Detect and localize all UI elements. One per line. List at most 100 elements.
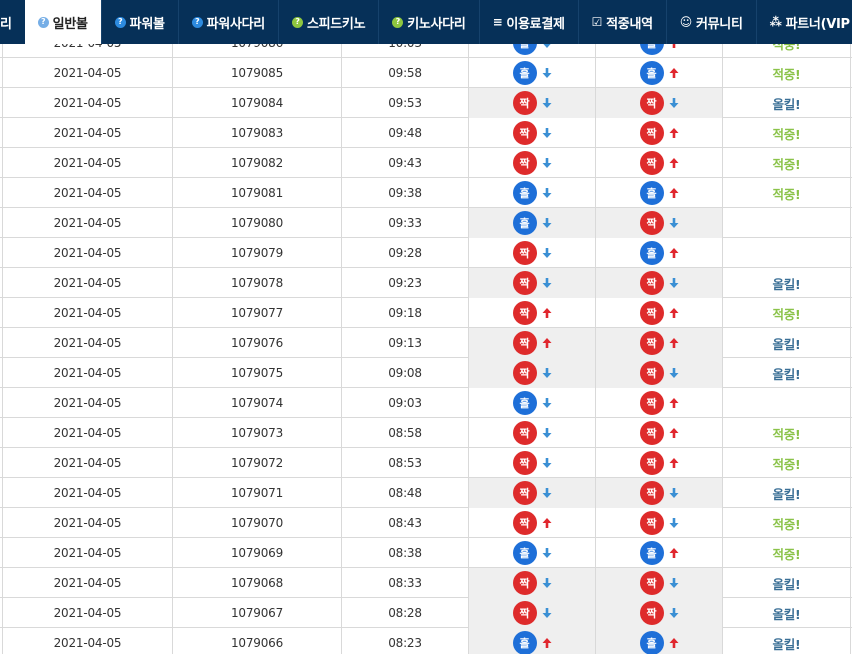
nav-item-4[interactable]: ? 스피드키노 [277,0,378,44]
arrow-down-icon [542,398,551,408]
nav-item-0[interactable]: 리 [0,0,25,44]
hit-status: 올킬! [723,478,851,508]
even-ball: 짝 [512,121,537,145]
round-cell: 1079086 [173,44,342,58]
date-cell: 2021-04-05 [2,268,173,298]
prediction-history-table: 2021-04-05107908610:03홀홀적중!2021-04-05107… [0,44,852,654]
nav-item-2[interactable]: ? 파워볼 [100,0,178,44]
result-cell: 홀 [596,538,723,568]
round-cell: 1079083 [173,118,342,148]
even-ball: 짝 [512,511,537,535]
date-cell: 2021-04-05 [2,358,173,388]
arrow-down-icon [669,368,678,378]
even-ball: 짝 [639,151,664,175]
table-row: 2021-04-05 1079076 09:13 짝 짝 올킬! [0,328,852,358]
date-cell: 2021-04-05 [2,448,173,478]
pick-cell: 짝 [469,88,596,118]
round-cell: 1079084 [173,88,342,118]
pick-cell: 짝 [469,478,596,508]
result-cell: 짝 [596,268,723,298]
time-cell: 08:23 [342,628,469,654]
nav-item-label: 파트너(VIP [785,16,850,32]
pick-cell: 홀 [469,538,596,568]
round-cell: 1079080 [173,208,342,238]
hit-status: 올킬! [723,358,851,388]
time-cell: 09:23 [342,268,469,298]
arrow-down-icon [542,608,551,618]
even-ball: 짝 [512,241,537,265]
round-cell: 1079072 [173,448,342,478]
arrow-down-icon [669,608,678,618]
pick-cell: 짝 [469,508,596,538]
arrow-up-icon [669,398,678,408]
even-ball: 짝 [639,301,664,325]
date-cell: 2021-04-05 [2,58,173,88]
even-ball: 짝 [639,571,664,595]
table-row: 2021-04-05 1079085 09:58 홀 홀 적중! [0,58,852,88]
table-row: 2021-04-05 1079080 09:33 홀 짝 [0,208,852,238]
arrow-up-icon [542,308,551,318]
result-cell: 짝 [596,208,723,238]
pick-cell: 짝 [469,328,596,358]
arrow-up-icon [669,338,678,348]
hit-status: 적중! [723,44,851,58]
result-cell: 짝 [596,568,723,598]
date-cell: 2021-04-05 [2,508,173,538]
arrow-down-icon [542,158,551,168]
table-row: 2021-04-05 1079068 08:33 짝 짝 올킬! [0,568,852,598]
nav-item-3[interactable]: ? 파워사다리 [177,0,278,44]
nav-item-1[interactable]: ? 일반볼 [24,0,101,44]
top-nav: 리? 일반볼? 파워볼? 파워사다리? 스피드키노? 키노사다리 ≡ 이용료결제 ☑ 적중내역 ☺ 커… [0,0,852,44]
time-cell: 08:48 [342,478,469,508]
hit-status [723,208,851,238]
time-cell: 09:03 [342,388,469,418]
even-ball: 짝 [512,331,537,355]
smiley-icon: ☺ [679,15,693,29]
nav-item-5[interactable]: ? 키노사다리 [378,0,478,44]
even-ball: 짝 [639,121,664,145]
cubes-icon: ⁂ [769,15,782,29]
hit-status: 적중! [723,538,851,568]
round-cell: 1079078 [173,268,342,298]
arrow-up-icon [669,188,678,198]
time-cell: 09:18 [342,298,469,328]
arrow-down-icon [542,548,551,558]
even-ball: 짝 [639,421,664,445]
hit-status: 올킬! [723,88,851,118]
arrow-down-icon [669,278,678,288]
date-cell: 2021-04-05 [2,44,173,58]
table-row: 2021-04-05 1079072 08:53 짝 짝 적중! [0,448,852,478]
even-ball: 짝 [512,151,537,175]
time-cell: 09:43 [342,148,469,178]
result-cell: 홀 [596,238,723,268]
nav-item-label: 커뮤니티 [695,16,743,32]
table-row: 2021-04-05 1079077 09:18 짝 짝 적중! [0,298,852,328]
date-cell: 2021-04-05 [2,118,173,148]
arrow-up-icon [672,44,675,48]
hit-status: 적중! [723,58,851,88]
hit-status: 올킬! [723,268,851,298]
result-cell: 홀 [596,58,723,88]
round-cell: 1079066 [173,628,342,654]
nav-item-6[interactable]: ≡ 이용료결제 [478,0,578,44]
nav-item-9[interactable]: ⁂ 파트너(VIP [755,0,852,44]
nav-item-label: 일반볼 [52,16,88,32]
pick-cell: 홀 [469,208,596,238]
odd-ball: 홀 [639,61,664,85]
table-row: 2021-04-05 1079070 08:43 짝 짝 적중! [0,508,852,538]
nav-item-label: 파워볼 [129,16,165,32]
arrow-up-icon [542,638,551,648]
nav-item-8[interactable]: ☺ 커뮤니티 [665,0,756,44]
checkbox-icon: ☑ [591,15,603,29]
question-circle-green-icon: ? [392,16,404,28]
even-ball: 짝 [512,481,537,505]
even-ball: 짝 [639,91,664,115]
nav-item-7[interactable]: ☑ 적중내역 [577,0,666,44]
arrow-down-icon [669,518,678,528]
arrow-up-icon [669,458,678,468]
date-cell: 2021-04-05 [2,178,173,208]
date-cell: 2021-04-05 [2,208,173,238]
arrow-down-icon [542,428,551,438]
arrow-up-icon [669,428,678,438]
arrow-up-icon [669,128,678,138]
